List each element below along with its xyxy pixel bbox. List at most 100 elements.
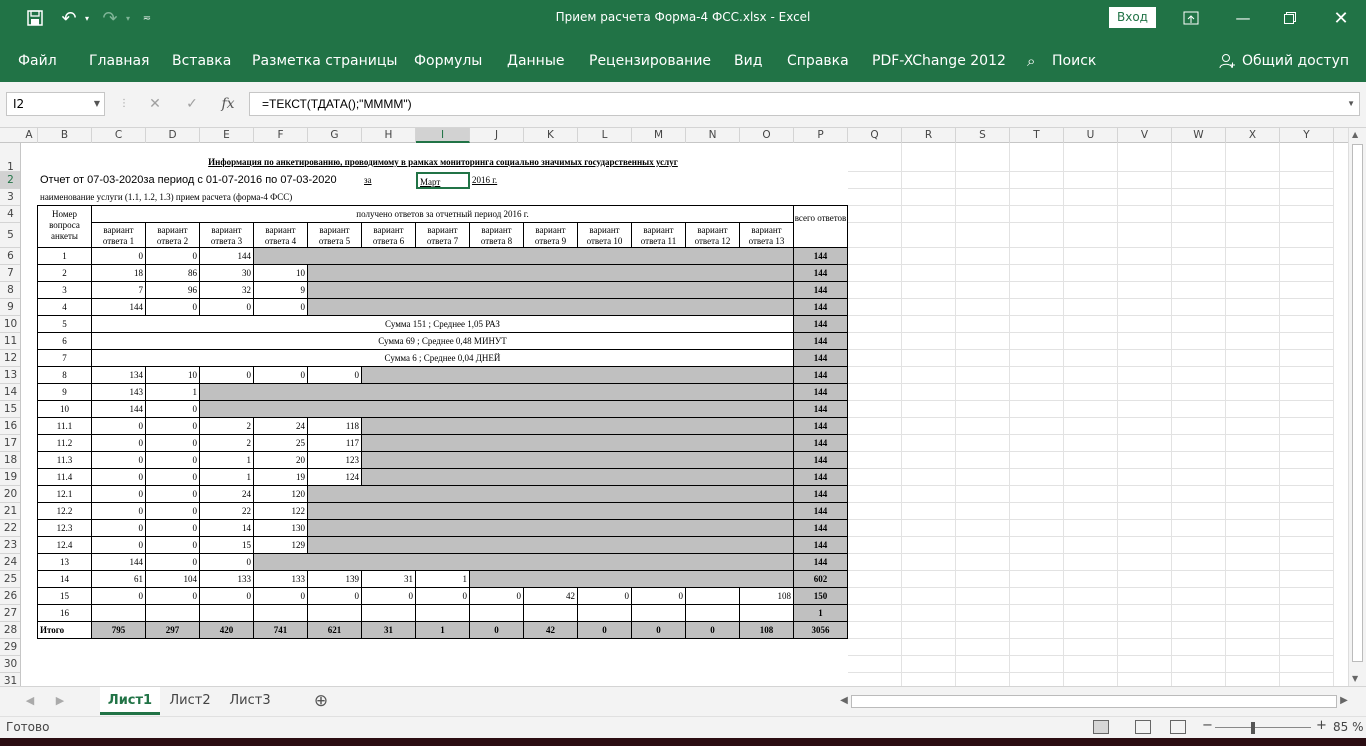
minimize-icon[interactable]: —: [1230, 0, 1256, 36]
gray-unused-cells[interactable]: [362, 435, 794, 452]
answer-cell[interactable]: 25: [254, 435, 308, 452]
redo-icon[interactable]: ↷: [97, 0, 123, 36]
answer-cell[interactable]: 133: [254, 571, 308, 588]
column-header-F[interactable]: F: [254, 128, 308, 143]
variant-header[interactable]: вариант ответа 5: [308, 223, 362, 248]
column-header-H[interactable]: H: [362, 128, 416, 143]
answer-cell[interactable]: 7: [92, 282, 146, 299]
name-box-dropdown-icon[interactable]: ▼: [94, 93, 100, 115]
question-number[interactable]: 10: [38, 401, 92, 418]
row-header-13[interactable]: 13: [0, 367, 20, 384]
ribbon-display-icon[interactable]: [1178, 0, 1204, 36]
gray-unused-cells[interactable]: [200, 384, 794, 401]
answer-cell[interactable]: 0: [146, 588, 200, 605]
tab-pdf-xchange[interactable]: PDF-XChange 2012: [872, 36, 1006, 82]
row-total[interactable]: 144: [794, 452, 848, 469]
row-header-12[interactable]: 12: [0, 350, 20, 367]
row-header-23[interactable]: 23: [0, 537, 20, 554]
column-header-O[interactable]: O: [740, 128, 794, 143]
answer-cell[interactable]: 19: [254, 469, 308, 486]
total-cell[interactable]: 795: [92, 622, 146, 639]
total-cell[interactable]: 42: [524, 622, 578, 639]
column-header-W[interactable]: W: [1172, 128, 1226, 143]
answer-cell[interactable]: 0: [200, 554, 254, 571]
prev-sheet-icon[interactable]: ◀: [24, 687, 36, 715]
variant-header[interactable]: вариант ответа 2: [146, 223, 200, 248]
formula-expand-icon[interactable]: ▼: [1347, 93, 1355, 115]
add-sheet-icon[interactable]: ⊕: [312, 687, 330, 715]
answer-cell[interactable]: 1: [416, 571, 470, 588]
row-total[interactable]: 144: [794, 486, 848, 503]
answer-cell[interactable]: 133: [200, 571, 254, 588]
variant-header[interactable]: вариант ответа 4: [254, 223, 308, 248]
answer-cell[interactable]: 0: [416, 588, 470, 605]
total-cell[interactable]: 0: [578, 622, 632, 639]
login-button[interactable]: Вход: [1109, 7, 1156, 28]
answer-cell[interactable]: 0: [254, 299, 308, 316]
row-header-26[interactable]: 26: [0, 588, 20, 605]
column-header-B[interactable]: B: [38, 128, 92, 143]
answer-cell[interactable]: 0: [632, 588, 686, 605]
answer-cell[interactable]: 2: [200, 418, 254, 435]
row-total[interactable]: 144: [794, 367, 848, 384]
restore-icon[interactable]: [1277, 0, 1303, 36]
answer-cell[interactable]: 0: [146, 537, 200, 554]
answer-cell[interactable]: 0: [92, 537, 146, 554]
column-header-Y[interactable]: Y: [1280, 128, 1334, 143]
next-sheet-icon[interactable]: ▶: [54, 687, 66, 715]
horizontal-scroll-thumb[interactable]: [851, 695, 1337, 708]
gray-unused-cells[interactable]: [308, 486, 794, 503]
total-cell[interactable]: 0: [632, 622, 686, 639]
answer-cell[interactable]: 0: [578, 588, 632, 605]
formula-input[interactable]: =ТЕКСТ(ТДАТА();"ММММ") ▼: [249, 92, 1360, 116]
row-header-15[interactable]: 15: [0, 401, 20, 418]
service-name[interactable]: наименование услуги (1.1, 1.2, 1.3) прие…: [38, 189, 362, 206]
zoom-slider-handle[interactable]: [1251, 722, 1255, 734]
row-total[interactable]: 144: [794, 282, 848, 299]
column-header-T[interactable]: T: [1010, 128, 1064, 143]
row-total[interactable]: 144: [794, 418, 848, 435]
answer-cell[interactable]: 118: [308, 418, 362, 435]
row-total[interactable]: 1: [794, 605, 848, 622]
answer-cell[interactable]: 0: [92, 435, 146, 452]
row-header-28[interactable]: 28: [0, 622, 20, 639]
answer-cell[interactable]: 2: [200, 435, 254, 452]
answer-cell[interactable]: 0: [92, 469, 146, 486]
answer-cell[interactable]: 0: [146, 299, 200, 316]
page-layout-icon[interactable]: [1135, 720, 1151, 734]
za-label[interactable]: за: [362, 172, 416, 189]
row-header-14[interactable]: 14: [0, 384, 20, 401]
gray-unused-cells[interactable]: [362, 469, 794, 486]
close-icon[interactable]: ✕: [1328, 0, 1354, 36]
question-number[interactable]: 13: [38, 554, 92, 571]
question-number[interactable]: 8: [38, 367, 92, 384]
answer-cell[interactable]: 108: [740, 588, 794, 605]
question-number[interactable]: 12.1: [38, 486, 92, 503]
answer-cell[interactable]: 129: [254, 537, 308, 554]
variant-header[interactable]: вариант ответа 3: [200, 223, 254, 248]
column-header-U[interactable]: U: [1064, 128, 1118, 143]
variant-header[interactable]: вариант ответа 7: [416, 223, 470, 248]
answer-cell[interactable]: 0: [92, 486, 146, 503]
tab-page-layout[interactable]: Разметка страницы: [252, 36, 397, 82]
tab-insert[interactable]: Вставка: [172, 36, 231, 82]
row-total[interactable]: 144: [794, 384, 848, 401]
gray-unused-cells[interactable]: [200, 401, 794, 418]
month-cell-I2[interactable]: Март: [416, 172, 470, 189]
row-header-2[interactable]: 2: [0, 172, 20, 189]
row-header-9[interactable]: 9: [0, 299, 20, 316]
tab-help[interactable]: Справка: [787, 36, 849, 82]
question-number[interactable]: 9: [38, 384, 92, 401]
question-number[interactable]: 7: [38, 350, 92, 367]
total-cell[interactable]: 1: [416, 622, 470, 639]
column-header-E[interactable]: E: [200, 128, 254, 143]
column-header-A[interactable]: A: [21, 128, 38, 143]
question-number[interactable]: 11.1: [38, 418, 92, 435]
question-number-header[interactable]: Номер вопроса анкеты: [38, 206, 92, 248]
variant-header[interactable]: вариант ответа 12: [686, 223, 740, 248]
row-total[interactable]: 144: [794, 554, 848, 571]
answer-cell[interactable]: 22: [200, 503, 254, 520]
answer-cell[interactable]: 0: [470, 588, 524, 605]
total-cell[interactable]: 420: [200, 622, 254, 639]
row-total[interactable]: 602: [794, 571, 848, 588]
